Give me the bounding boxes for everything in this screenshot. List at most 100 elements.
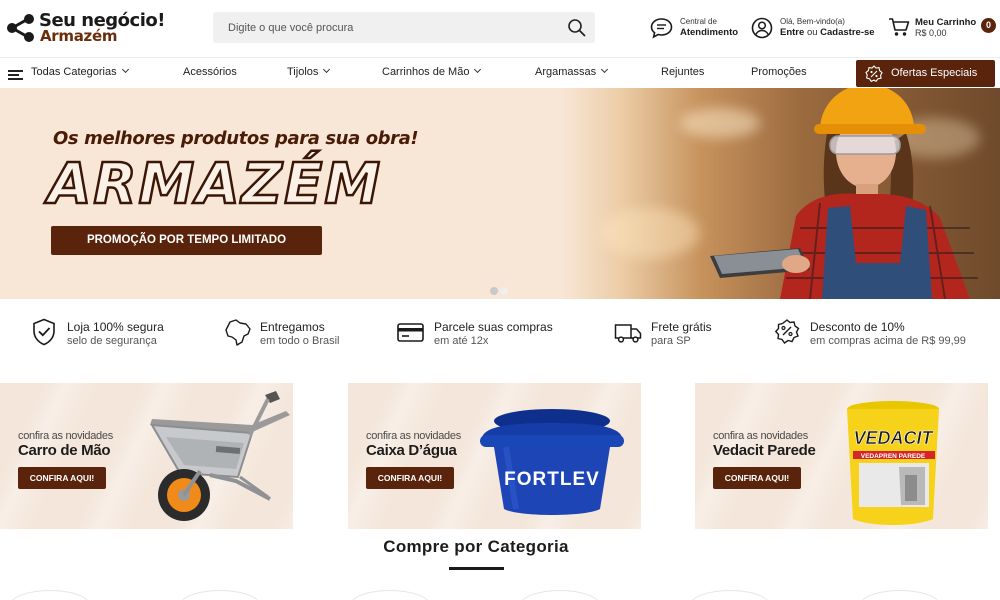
vedapren-text: VEDAPREN PAREDE <box>861 453 926 460</box>
search-bar <box>213 12 595 43</box>
nav-label: Carrinhos de Mão <box>382 66 470 78</box>
feature-delivery: Entregamos em todo o Brasil <box>224 318 374 352</box>
discount-badge-icon <box>774 319 800 344</box>
nav-label: Todas Categorias <box>31 66 117 78</box>
discount-tag-icon <box>865 65 883 83</box>
search-icon[interactable] <box>567 18 587 38</box>
chevron-down-icon <box>601 65 609 74</box>
feature-subtitle: em todo o Brasil <box>260 335 340 347</box>
support-link[interactable]: Central de Atendimento <box>650 16 745 42</box>
fortlev-brand-text: FORTLEV <box>504 469 600 490</box>
category-circle[interactable] <box>10 590 90 600</box>
login-link[interactable]: Entre <box>780 27 804 38</box>
nav-carrinhos-de-mao[interactable]: Carrinhos de Mão <box>382 65 482 78</box>
chevron-down-icon <box>474 65 482 74</box>
account-or: ou <box>806 27 818 38</box>
feature-free-shipping: Frete grátis para SP <box>614 318 754 352</box>
logo[interactable]: Seu negócio! Armazém <box>6 9 166 47</box>
nav-label: Argamassas <box>535 66 597 78</box>
search-input[interactable] <box>213 12 553 43</box>
feature-subtitle: em até 12x <box>434 335 489 347</box>
category-circle[interactable] <box>860 590 940 600</box>
signup-link[interactable]: Cadastre-se <box>820 27 874 38</box>
nav-argamassas[interactable]: Argamassas <box>535 65 609 78</box>
nav-all-categories[interactable]: Todas Categorias <box>31 65 129 78</box>
shield-check-icon <box>33 318 55 346</box>
feature-title: Entregamos <box>260 320 325 334</box>
hero-promo-button[interactable]: PROMOÇÃO POR TEMPO LIMITADO <box>51 226 322 255</box>
nav-promocoes[interactable]: Promoções <box>751 66 807 78</box>
feature-installments: Parcele suas compras em até 12x <box>397 318 577 352</box>
category-section-title: Compre por Categoria <box>383 537 569 556</box>
feature-subtitle: para SP <box>651 335 691 347</box>
category-circle[interactable] <box>690 590 770 600</box>
hero-subtitle: Os melhores produtos para sua obra! <box>53 128 419 149</box>
menu-icon[interactable] <box>8 70 23 80</box>
special-offers-label: Ofertas Especiais <box>891 67 978 79</box>
worker-woman-illustration <box>710 88 978 299</box>
promo-title: Caixa D’água <box>366 442 457 459</box>
nav-rejuntes[interactable]: Rejuntes <box>661 66 704 78</box>
wheelbarrow-illustration <box>150 391 290 521</box>
support-bold-text: Atendimento <box>680 27 739 38</box>
nav-label: Promoções <box>751 66 807 78</box>
page: Seu negócio! Armazém Central de Atendime… <box>0 0 1000 600</box>
paint-bucket-illustration: VEDACIT VEDAPREN PAREDE <box>847 401 939 525</box>
feature-subtitle: em compras acima de R$ 99,99 <box>810 335 966 347</box>
promo-small-text: confira as novidades <box>366 430 461 442</box>
logo-text-line2: Armazém <box>40 27 118 45</box>
nav-tijolos[interactable]: Tijolos <box>287 65 331 78</box>
hero-title: ARMAZÉM <box>47 151 383 219</box>
promo-title: Carro de Mão <box>18 442 111 459</box>
truck-icon <box>614 324 642 343</box>
promo-button[interactable]: CONFIRA AQUI! <box>713 467 801 489</box>
share-logo-icon <box>7 14 34 42</box>
promo-title: Vedacit Parede <box>713 442 816 459</box>
feature-title: Loja 100% segura <box>67 320 164 334</box>
hero-photo <box>560 88 1000 299</box>
promo-card-vedacit[interactable]: confira as novidades Vedacit Parede CONF… <box>695 383 988 529</box>
promo-button[interactable]: CONFIRA AQUI! <box>366 467 454 489</box>
credit-card-icon <box>397 323 424 342</box>
promo-small-text: confira as novidades <box>713 430 808 442</box>
promo-card-wheelbarrow[interactable]: confira as novidades Carro de Mão CONFIR… <box>0 383 293 529</box>
promo-card-water-tank[interactable]: confira as novidades Caixa D’água CONFIR… <box>348 383 641 529</box>
header: Seu negócio! Armazém Central de Atendime… <box>0 0 1000 57</box>
feature-title: Desconto de 10% <box>810 320 905 334</box>
cart-label: Meu Carrinho <box>915 17 977 28</box>
special-offers-button[interactable]: Ofertas Especiais <box>856 60 995 87</box>
account-link[interactable]: Olá, Bem-vindo(a) Entre ou Cadastre-se <box>751 16 881 42</box>
nav-label: Rejuntes <box>661 66 705 78</box>
support-small-text: Central de <box>680 17 717 26</box>
carousel-dot-2[interactable] <box>500 287 508 295</box>
water-tank-illustration: FORTLEV <box>480 409 624 515</box>
carousel-dot-1[interactable] <box>490 287 498 295</box>
category-circle[interactable] <box>180 590 260 600</box>
cart-icon <box>889 18 910 36</box>
feature-discount: Desconto de 10% em compras acima de R$ 9… <box>774 318 974 352</box>
hero-banner[interactable]: Os melhores produtos para sua obra! ARMA… <box>0 88 1000 299</box>
cart-link[interactable]: Meu Carrinho R$ 0,00 <box>888 16 983 42</box>
nav-label: Acessórios <box>183 66 237 78</box>
account-greeting: Olá, Bem-vindo(a) <box>780 17 845 26</box>
category-circle[interactable] <box>350 590 430 600</box>
vedacit-brand-text: VEDACIT <box>853 428 934 448</box>
user-icon <box>751 17 773 39</box>
chevron-down-icon <box>323 65 331 74</box>
chevron-down-icon <box>121 65 129 74</box>
section-title-underline <box>449 567 504 570</box>
nav-acessorios[interactable]: Acessórios <box>183 66 237 78</box>
feature-secure: Loja 100% segura selo de segurança <box>32 318 212 352</box>
promo-small-text: confira as novidades <box>18 430 113 442</box>
category-nav: Todas Categorias Acessórios Tijolos Carr… <box>0 57 1000 88</box>
carousel-dots <box>490 282 510 299</box>
feature-title: Frete grátis <box>651 320 712 334</box>
account-actions: Entre ou Cadastre-se <box>780 27 875 38</box>
cart-count-badge: 0 <box>981 18 996 33</box>
nav-label: Tijolos <box>287 66 319 78</box>
promo-button[interactable]: CONFIRA AQUI! <box>18 467 106 489</box>
category-circle[interactable] <box>520 590 600 600</box>
feature-title: Parcele suas compras <box>434 320 553 334</box>
cart-total: R$ 0,00 <box>915 28 947 38</box>
feature-subtitle: selo de segurança <box>67 335 157 347</box>
